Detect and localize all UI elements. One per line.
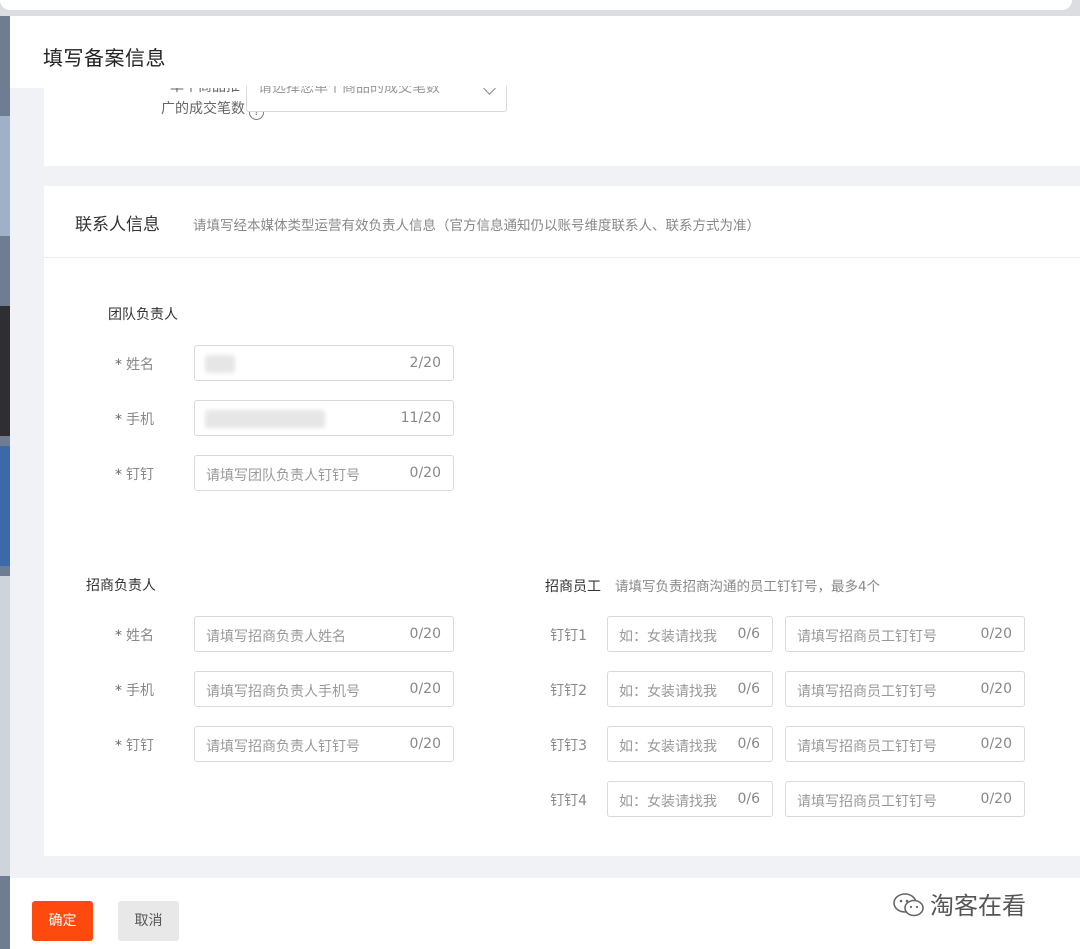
biz-staff-dingtalk4-label: 钉钉4 [550, 793, 587, 809]
contact-info-card: 联系人信息 请填写经本媒体类型运营有效负责人信息（官方信息通知仍以账号维度联系人… [44, 186, 1080, 856]
modal-header: 填写备案信息 [10, 16, 1080, 88]
biz-staff-note2-input[interactable]: 如：女装请找我 0/6 [607, 671, 773, 707]
biz-staff-dingtalk1-label: 钉钉1 [550, 628, 587, 644]
background-page-edge [0, 16, 10, 949]
biz-staff-note1-input[interactable]: 如：女装请找我 0/6 [607, 616, 773, 652]
team-lead-phone-label: * 手机 [115, 412, 154, 428]
transaction-count-select[interactable]: 请选择您单个商品的成交笔数 [246, 86, 507, 112]
biz-lead-dingtalk-input[interactable]: 请填写招商负责人钉钉号 0/20 [194, 726, 454, 762]
team-lead-dingtalk-input[interactable]: 请填写团队负责人钉钉号 0/20 [194, 455, 454, 491]
chevron-down-icon [483, 86, 496, 95]
watermark-text: 淘客在看 [930, 892, 1026, 920]
biz-lead-phone-input[interactable]: 请填写招商负责人手机号 0/20 [194, 671, 454, 707]
modal-title: 填写备案信息 [43, 46, 166, 70]
watermark: 淘客在看 [892, 886, 1026, 921]
confirm-button[interactable]: 确定 [32, 901, 93, 941]
biz-staff-dingtalk3-input[interactable]: 请填写招商员工钉钉号 0/20 [785, 726, 1025, 762]
biz-staff-note3-input[interactable]: 如：女装请找我 0/6 [607, 726, 773, 762]
team-lead-name-input[interactable]: 2/20 [194, 345, 454, 381]
biz-staff-dingtalk4-input[interactable]: 请填写招商员工钉钉号 0/20 [785, 781, 1025, 817]
redacted-value [205, 355, 235, 373]
biz-lead-name-label: * 姓名 [115, 628, 154, 644]
team-lead-name-label: * 姓名 [115, 357, 154, 373]
biz-lead-dingtalk-label: * 钉钉 [115, 738, 154, 754]
biz-staff-desc: 请填写负责招商沟通的员工钉钉号，最多4个 [615, 579, 881, 595]
contact-info-title: 联系人信息 [75, 215, 160, 235]
address-bar[interactable] [0, 0, 1072, 10]
transaction-count-label: 单个商品推 广的成交笔数? [114, 88, 264, 120]
browser-chrome [0, 0, 1080, 16]
biz-staff-title: 招商员工 请填写负责招商沟通的员工钉钉号，最多4个 [545, 579, 881, 595]
biz-lead-phone-label: * 手机 [115, 683, 154, 699]
team-lead-title: 团队负责人 [108, 307, 178, 323]
biz-lead-title: 招商负责人 [86, 578, 156, 594]
modal-footer: 确定 取消 淘客在看 [10, 878, 1080, 949]
cancel-button[interactable]: 取消 [118, 901, 179, 941]
team-lead-phone-input[interactable]: 11/20 [194, 400, 454, 436]
biz-lead-name-input[interactable]: 请填写招商负责人姓名 0/20 [194, 616, 454, 652]
wechat-icon [893, 893, 924, 917]
team-lead-dingtalk-label: * 钉钉 [115, 467, 154, 483]
filing-info-modal: 填写备案信息 单个商品推 广的成交笔数? 请选择您单个商品的成交笔数 联系人信息… [10, 16, 1080, 949]
biz-staff-note4-input[interactable]: 如：女装请找我 0/6 [607, 781, 773, 817]
biz-staff-dingtalk2-label: 钉钉2 [550, 683, 587, 699]
contact-info-header: 联系人信息 请填写经本媒体类型运营有效负责人信息（官方信息通知仍以账号维度联系人… [44, 186, 1080, 258]
redacted-value [205, 410, 325, 428]
contact-info-desc: 请填写经本媒体类型运营有效负责人信息（官方信息通知仍以账号维度联系人、联系方式为… [193, 218, 760, 234]
biz-staff-dingtalk2-input[interactable]: 请填写招商员工钉钉号 0/20 [785, 671, 1025, 707]
biz-staff-dingtalk1-input[interactable]: 请填写招商员工钉钉号 0/20 [785, 616, 1025, 652]
biz-staff-dingtalk3-label: 钉钉3 [550, 738, 587, 754]
transaction-count-card: 单个商品推 广的成交笔数? 请选择您单个商品的成交笔数 [44, 86, 1080, 166]
